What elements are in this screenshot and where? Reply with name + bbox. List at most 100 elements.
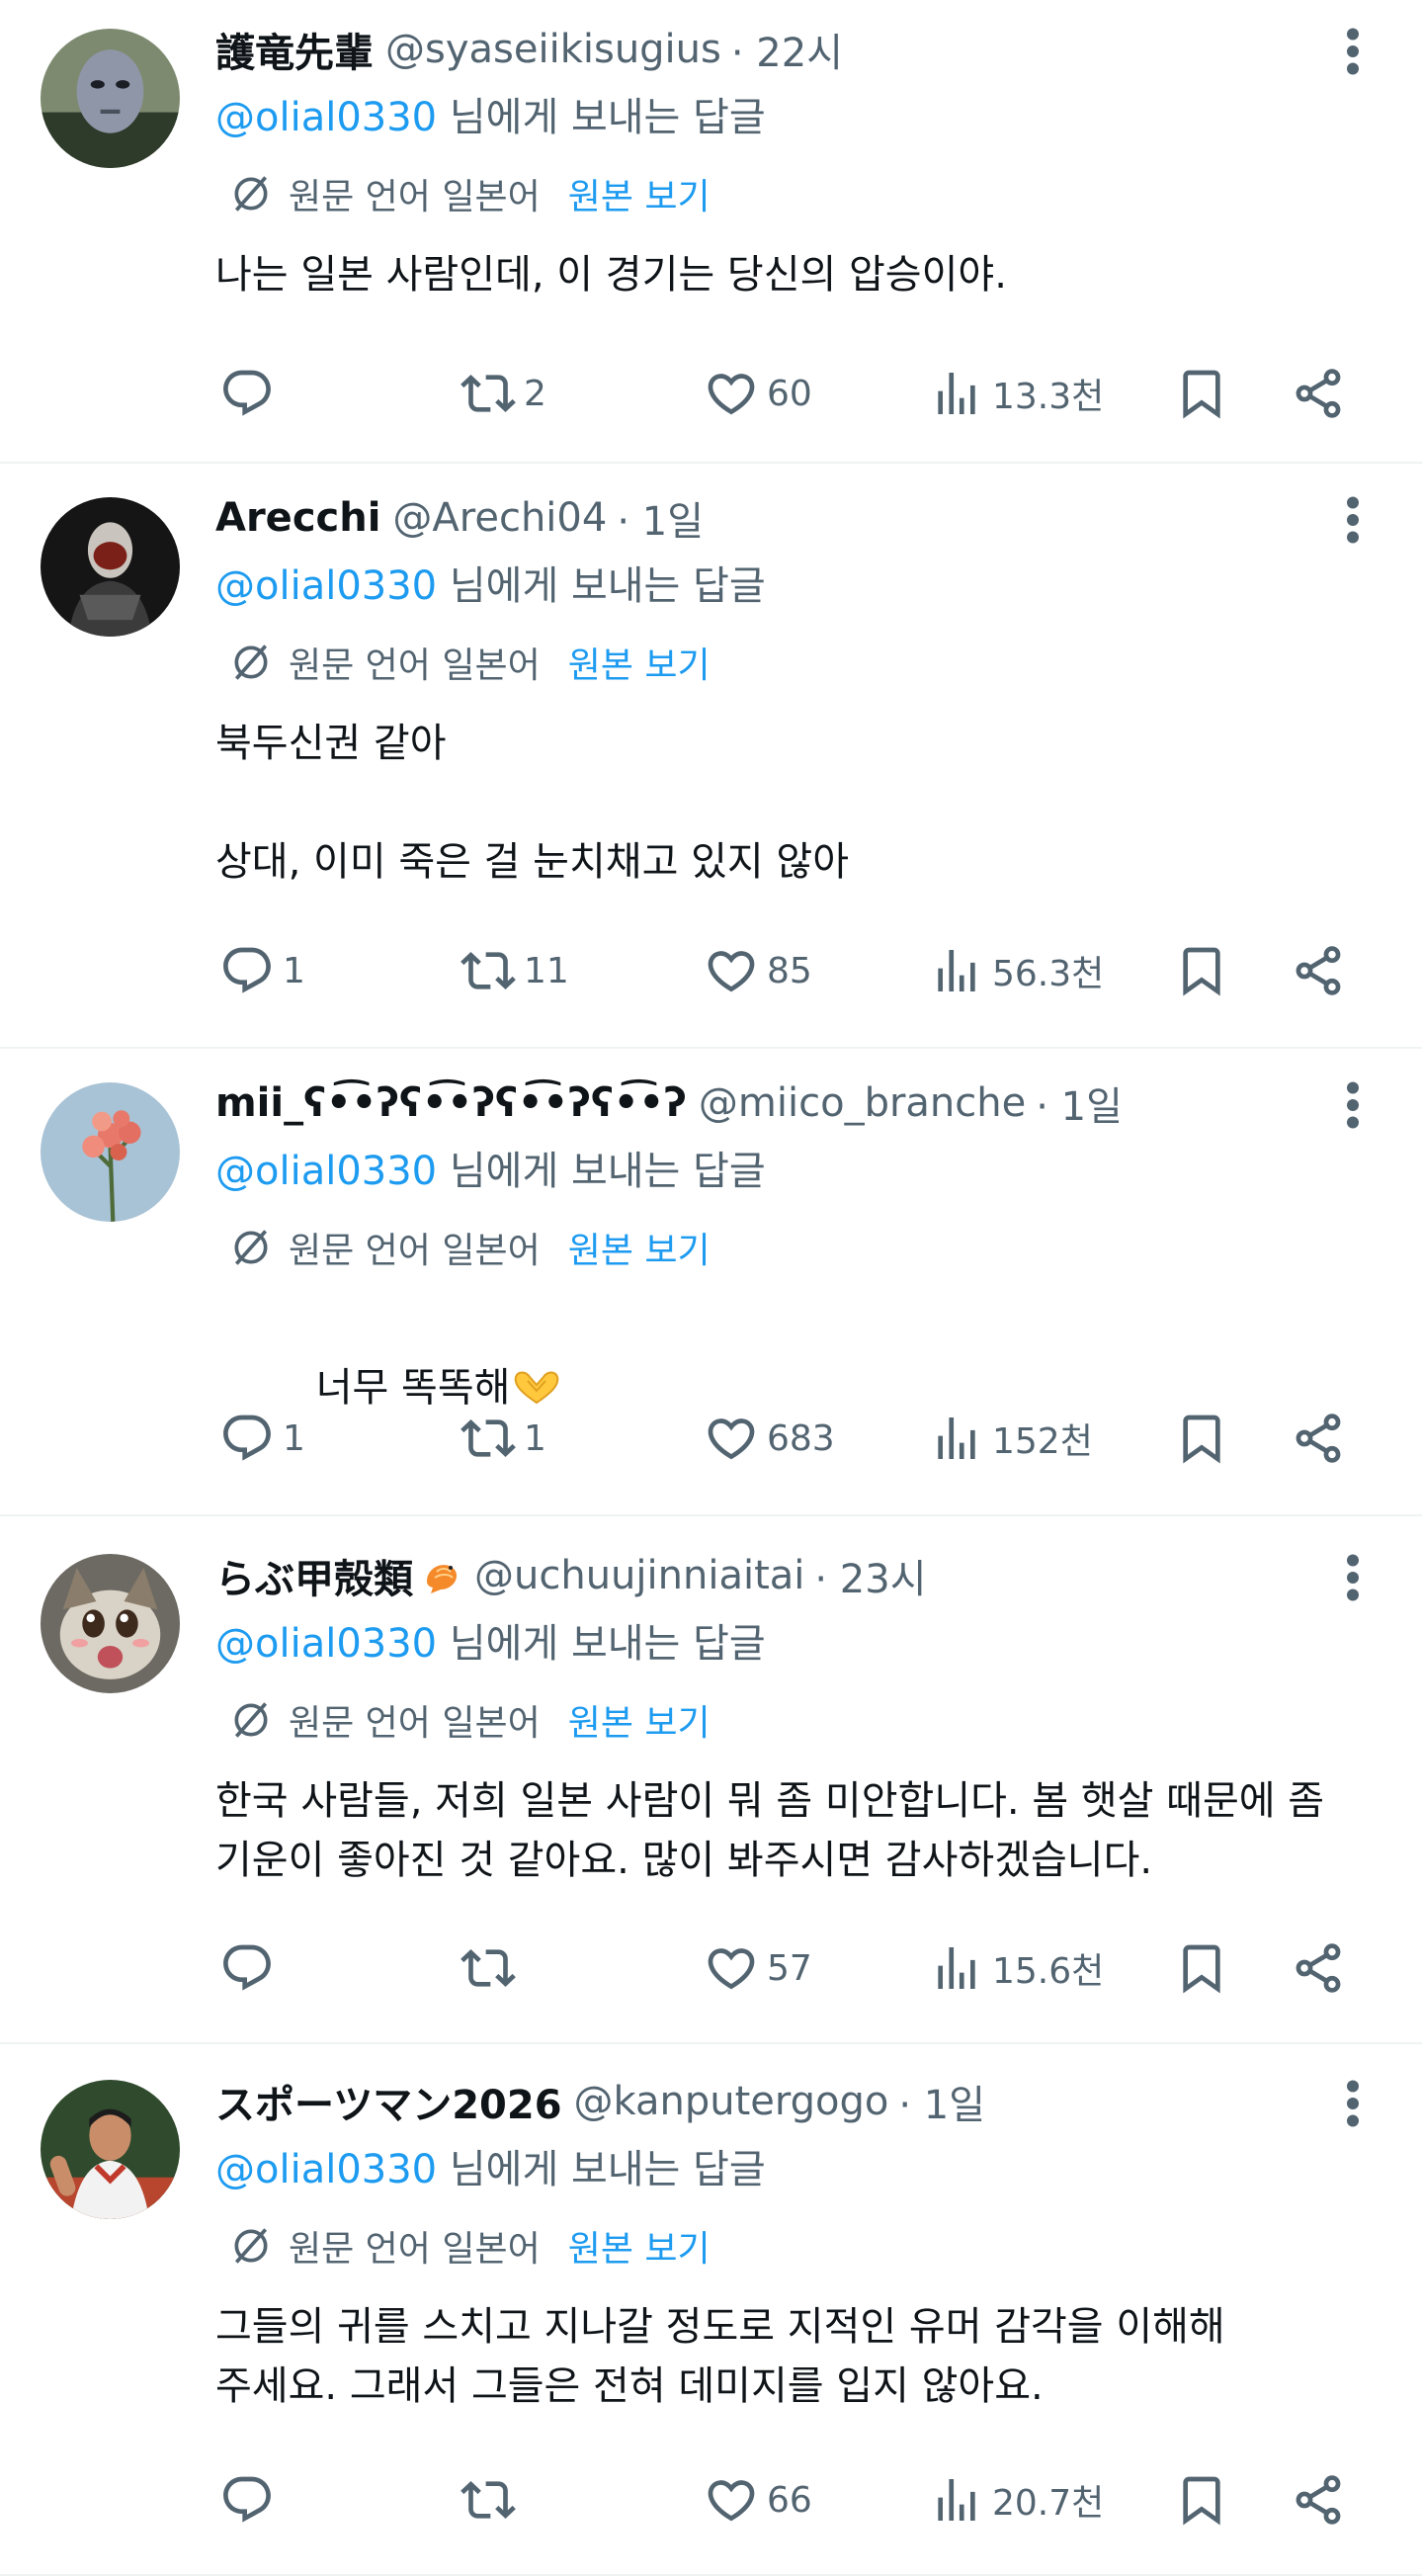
like-button[interactable]: 85 — [704, 931, 812, 1010]
avatar[interactable] — [41, 1554, 180, 1693]
timestamp[interactable]: · 1일 — [898, 2073, 985, 2130]
views-button[interactable]: 15.6천 — [929, 1929, 1104, 2008]
display-name[interactable]: Arecchi — [215, 495, 380, 541]
bookmark-button[interactable] — [1174, 1399, 1229, 1478]
share-button[interactable] — [1291, 2460, 1346, 2539]
analytics-icon — [929, 2472, 984, 2528]
share-button[interactable] — [1291, 931, 1346, 1010]
like-count: 66 — [767, 2479, 812, 2521]
timestamp[interactable]: · 1일 — [1036, 1074, 1123, 1132]
more-options-icon[interactable] — [1338, 490, 1368, 550]
share-button[interactable] — [1291, 1399, 1346, 1478]
avatar[interactable] — [41, 1082, 180, 1222]
timestamp[interactable]: · 23시 — [814, 1547, 926, 1604]
tweet-reply-5[interactable]: スポーツマン2026 @kanputergogo · 1일 @olial0330… — [0, 2044, 1422, 2576]
like-count: 85 — [767, 950, 812, 991]
user-handle[interactable]: @miico_branche — [699, 1080, 1026, 1126]
action-bar: 57 15.6천 — [215, 1929, 1381, 2008]
display-name[interactable]: 護竜先輩 — [215, 21, 374, 78]
display-name[interactable]: mii_ʕ•͡•ʔʕ•͡•ʔʕ•͡•ʔʕ•͡•ʔ — [215, 1080, 687, 1126]
retweet-button[interactable]: 1 — [460, 1399, 546, 1478]
like-count: 60 — [767, 373, 812, 414]
translation-notice: 원문 언어 일본어 원본 보기 — [229, 1694, 711, 1746]
tweet-reply-1[interactable]: 護竜先輩 @syaseiikisugius · 22시 @olial0330 님… — [0, 0, 1422, 464]
tweet-text: 그들의 귀를 스치고 지나갈 정도로 지적인 유머 감각을 이해해 주세요. 그… — [215, 2304, 1225, 2409]
tweet-text: 나는 일본 사람인데, 이 경기는 당신의 압승이야. — [215, 252, 1007, 298]
analytics-icon — [929, 1940, 984, 1996]
translation-notice: 원문 언어 일본어 원본 보기 — [229, 1222, 711, 1273]
reply-icon — [219, 1940, 275, 1996]
share-button[interactable] — [1291, 1929, 1346, 2008]
tweet-reply-3[interactable]: mii_ʕ•͡•ʔʕ•͡•ʔʕ•͡•ʔʕ•͡•ʔ @miico_branche … — [0, 1049, 1422, 1516]
show-original-link[interactable]: 원본 보기 — [568, 637, 711, 688]
more-options-icon[interactable] — [1338, 2074, 1368, 2133]
like-button[interactable]: 57 — [704, 1929, 812, 2008]
retweet-button[interactable] — [460, 2460, 524, 2539]
timestamp[interactable]: · 22시 — [731, 21, 843, 78]
bookmark-icon — [1174, 943, 1229, 998]
show-original-link[interactable]: 원본 보기 — [568, 2220, 711, 2272]
translated-from-label: 원문 언어 일본어 — [289, 2229, 541, 2270]
tweet-reply-2[interactable]: Arecchi @Arechi04 · 1일 @olial0330 님에게 보내… — [0, 464, 1422, 1049]
user-handle[interactable]: @Arechi04 — [392, 495, 607, 541]
bookmark-button[interactable] — [1174, 1929, 1229, 2008]
user-handle[interactable]: @syaseiikisugius — [385, 27, 721, 72]
retweet-button[interactable]: 2 — [460, 354, 546, 433]
show-original-link[interactable]: 원본 보기 — [568, 1694, 711, 1746]
avatar[interactable] — [41, 2080, 180, 2219]
reply-mention-link[interactable]: @olial0330 — [215, 563, 437, 609]
replying-to-suffix: 님에게 보내는 답글 — [437, 95, 766, 140]
retweet-count: 2 — [524, 373, 546, 414]
show-original-link[interactable]: 원본 보기 — [568, 1222, 711, 1273]
more-options-icon[interactable] — [1338, 1075, 1368, 1135]
reply-icon — [219, 2472, 275, 2528]
reply-button[interactable]: 1 — [219, 1399, 305, 1478]
retweet-icon — [460, 366, 516, 421]
reply-mention-link[interactable]: @olial0330 — [215, 1149, 437, 1194]
reply-button[interactable]: 1 — [219, 931, 305, 1010]
like-button[interactable]: 60 — [704, 354, 812, 433]
show-original-link[interactable]: 원본 보기 — [568, 168, 711, 219]
timestamp[interactable]: · 1일 — [617, 489, 704, 547]
analytics-icon — [929, 366, 984, 421]
avatar[interactable] — [41, 29, 180, 168]
views-button[interactable]: 56.3천 — [929, 931, 1104, 1010]
replying-to: @olial0330 님에게 보내는 답글 — [215, 554, 766, 611]
replying-to: @olial0330 님에게 보내는 답글 — [215, 1611, 766, 1669]
user-handle[interactable]: @uchuujinniaitai — [474, 1553, 804, 1598]
replying-to-suffix: 님에게 보내는 답글 — [437, 2147, 766, 2192]
tweet-header: mii_ʕ•͡•ʔʕ•͡•ʔʕ•͡•ʔʕ•͡•ʔ @miico_branche … — [215, 1073, 1123, 1133]
display-name[interactable]: らぶ甲殻類 — [215, 1547, 413, 1604]
user-handle[interactable]: @kanputergogo — [574, 2079, 889, 2124]
reply-mention-link[interactable]: @olial0330 — [215, 2147, 437, 2192]
reply-button[interactable] — [219, 1929, 283, 2008]
bookmark-button[interactable] — [1174, 931, 1229, 1010]
replying-to: @olial0330 님에게 보내는 답글 — [215, 85, 766, 142]
replying-to-suffix: 님에게 보내는 답글 — [437, 563, 766, 609]
views-button[interactable]: 20.7천 — [929, 2460, 1104, 2539]
reply-mention-link[interactable]: @olial0330 — [215, 95, 437, 140]
like-button[interactable]: 66 — [704, 2460, 812, 2539]
shrimp-emoji-icon — [427, 1565, 458, 1593]
retweet-button[interactable]: 11 — [460, 931, 569, 1010]
replying-to: @olial0330 님에게 보내는 답글 — [215, 2137, 766, 2194]
tweet-reply-4[interactable]: らぶ甲殻類 @uchuujinniaitai · 23시 @olial0330 … — [0, 1516, 1422, 2044]
avatar[interactable] — [41, 497, 180, 637]
views-button[interactable]: 152천 — [929, 1399, 1093, 1478]
display-name[interactable]: スポーツマン2026 — [215, 2073, 562, 2130]
reply-mention-link[interactable]: @olial0330 — [215, 1621, 437, 1667]
like-button[interactable]: 683 — [704, 1399, 835, 1478]
view-count: 20.7천 — [992, 2483, 1105, 2524]
more-options-icon[interactable] — [1338, 1548, 1368, 1607]
bookmark-button[interactable] — [1174, 354, 1229, 433]
reply-button[interactable] — [219, 354, 283, 433]
reply-count: 1 — [283, 950, 305, 991]
action-bar: 66 20.7천 — [215, 2460, 1381, 2539]
more-options-icon[interactable] — [1338, 22, 1368, 81]
share-button[interactable] — [1291, 354, 1346, 433]
retweet-button[interactable] — [460, 1929, 524, 2008]
views-button[interactable]: 13.3천 — [929, 354, 1104, 433]
bookmark-button[interactable] — [1174, 2460, 1229, 2539]
tweet-text: 한국 사람들, 저희 일본 사람이 뭐 좀 미안합니다. 봄 햇살 때문에 좀 … — [215, 1778, 1325, 1883]
reply-button[interactable] — [219, 2460, 283, 2539]
